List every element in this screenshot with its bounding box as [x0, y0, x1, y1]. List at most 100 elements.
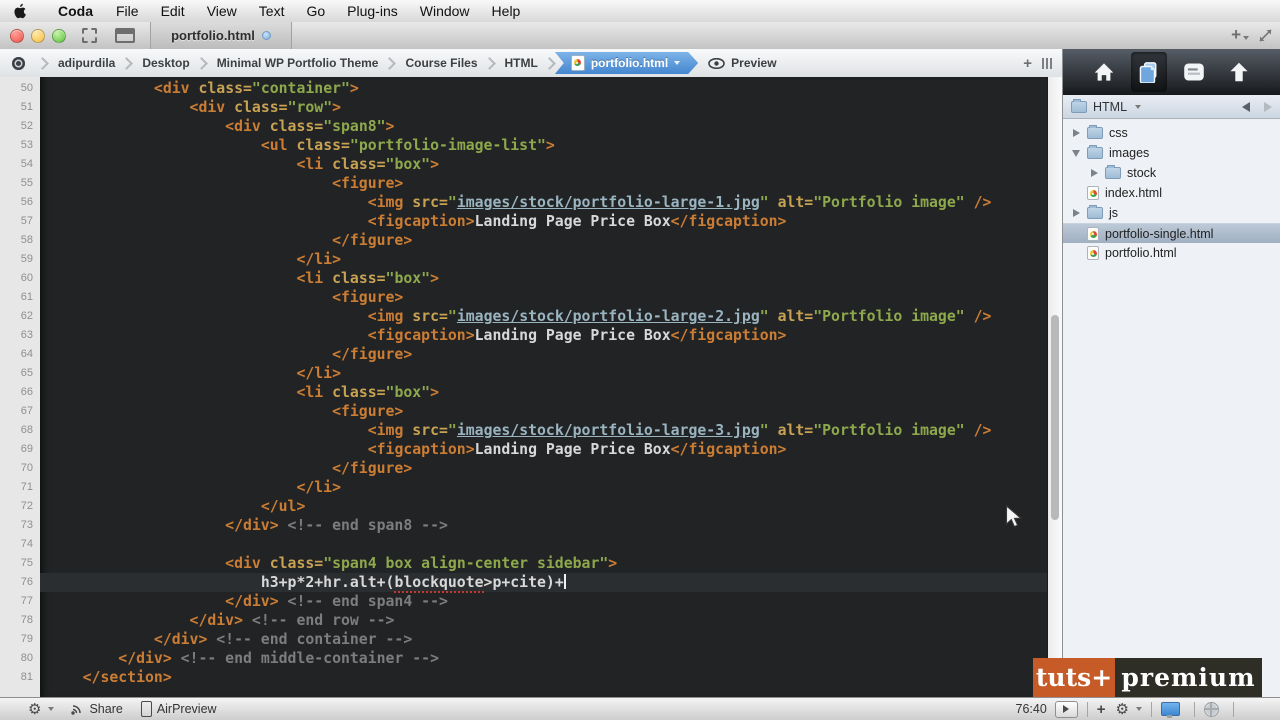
- minimize-window-button[interactable]: [31, 29, 45, 43]
- code-line-61[interactable]: <figure>: [40, 288, 1047, 307]
- menu-item-go[interactable]: Go: [295, 3, 336, 19]
- code-line-74[interactable]: [40, 535, 1047, 554]
- current-folder-selector[interactable]: HTML: [1063, 95, 1280, 119]
- file-tree-item-stock[interactable]: stock: [1063, 163, 1280, 183]
- file-tree-item-index-html[interactable]: index.html: [1063, 183, 1280, 203]
- add-button[interactable]: +: [1097, 701, 1106, 718]
- add-split-button[interactable]: +: [1023, 55, 1032, 72]
- code-line-66[interactable]: <li class="box">: [40, 383, 1047, 402]
- code-line-62[interactable]: <img src="images/stock/portfolio-large-2…: [40, 307, 1047, 326]
- airpreview-button[interactable]: AirPreview: [140, 701, 217, 717]
- code-line-56[interactable]: <img src="images/stock/portfolio-large-1…: [40, 193, 1047, 212]
- code-line-77[interactable]: </div> <!-- end span4 -->: [40, 592, 1047, 611]
- go-to-line-button[interactable]: [1054, 700, 1078, 718]
- root-icon[interactable]: [12, 56, 25, 70]
- split-view-icon[interactable]: [1042, 57, 1052, 69]
- breadcrumb-item[interactable]: Desktop: [138, 56, 193, 70]
- breadcrumb-item-active[interactable]: portfolio.html: [555, 52, 698, 74]
- code-line-73[interactable]: </div> <!-- end span8 -->: [40, 516, 1047, 535]
- disclosure-triangle-icon[interactable]: [1071, 129, 1081, 137]
- code-line-79[interactable]: </div> <!-- end container -->: [40, 630, 1047, 649]
- clips-button[interactable]: [1176, 52, 1212, 92]
- code-line-68[interactable]: <img src="images/stock/portfolio-large-3…: [40, 421, 1047, 440]
- code-line-76[interactable]: h3+p*2+hr.alt+(blockquote>p+cite)+: [40, 573, 1047, 593]
- gear-icon: ⚙: [28, 699, 42, 718]
- share-button[interactable]: Share: [70, 702, 123, 716]
- disclosure-triangle-icon[interactable]: [1089, 169, 1099, 177]
- code-line-78[interactable]: </div> <!-- end row -->: [40, 611, 1047, 630]
- file-tree-item-images[interactable]: images: [1063, 143, 1280, 163]
- code-line-59[interactable]: </li>: [40, 250, 1047, 269]
- code-line-80[interactable]: </div> <!-- end middle-container -->: [40, 649, 1047, 668]
- code-line-71[interactable]: </li>: [40, 478, 1047, 497]
- files-button[interactable]: [1131, 52, 1167, 92]
- apple-menu-icon[interactable]: [14, 3, 28, 19]
- web-globe-icon[interactable]: [1204, 701, 1219, 717]
- zoom-window-button[interactable]: [52, 29, 66, 43]
- home-button[interactable]: [1086, 52, 1122, 92]
- menu-item-edit[interactable]: Edit: [150, 3, 196, 19]
- document-tab[interactable]: portfolio.html: [150, 22, 292, 49]
- file-tree-item-css[interactable]: css: [1063, 123, 1280, 143]
- forward-icon[interactable]: [1264, 101, 1272, 112]
- new-tab-button[interactable]: +: [1231, 26, 1249, 45]
- scrollbar-thumb[interactable]: [1051, 315, 1059, 520]
- breadcrumb-item[interactable]: Course Files: [401, 56, 481, 70]
- code-line-69[interactable]: <figcaption>Landing Page Price Box</figc…: [40, 440, 1047, 459]
- code-line-50[interactable]: <div class="container">: [40, 79, 1047, 98]
- file-tree-item-js[interactable]: js: [1063, 203, 1280, 223]
- breadcrumb-item[interactable]: adipurdila: [54, 56, 119, 70]
- code-line-52[interactable]: <div class="span8">: [40, 117, 1047, 136]
- code-token: ": [759, 194, 769, 211]
- editor-scrollbar[interactable]: [1047, 77, 1062, 697]
- code-line-60[interactable]: <li class="box">: [40, 269, 1047, 288]
- line-number: 61: [20, 291, 33, 303]
- disclosure-triangle-icon[interactable]: [1071, 209, 1081, 217]
- menu-item-coda[interactable]: Coda: [46, 3, 105, 19]
- code-line-67[interactable]: <figure>: [40, 402, 1047, 421]
- code-line-51[interactable]: <div class="row">: [40, 98, 1047, 117]
- breadcrumb-item[interactable]: HTML: [501, 56, 542, 70]
- sites-button[interactable]: [76, 27, 102, 44]
- code-line-53[interactable]: <ul class="portfolio-image-list">: [40, 136, 1047, 155]
- preview-button[interactable]: Preview: [708, 56, 777, 70]
- disclosure-triangle-icon[interactable]: [1071, 149, 1081, 157]
- local-preview-icon[interactable]: [1161, 702, 1180, 718]
- code-line-54[interactable]: <li class="box">: [40, 155, 1047, 174]
- window-title-bar[interactable]: portfolio.html +: [0, 22, 1280, 50]
- code-token: "Portfolio image": [813, 308, 965, 325]
- menu-item-window[interactable]: Window: [409, 3, 481, 19]
- menu-item-plug-ins[interactable]: Plug-ins: [336, 3, 409, 19]
- file-tree-item-portfolio-single-html[interactable]: portfolio-single.html: [1063, 223, 1280, 243]
- menu-item-help[interactable]: Help: [481, 3, 532, 19]
- menu-item-file[interactable]: File: [105, 3, 150, 19]
- code-line-72[interactable]: </ul>: [40, 497, 1047, 516]
- breadcrumb-separator-icon: [383, 56, 397, 70]
- line-number: 78: [20, 614, 33, 626]
- code-line-55[interactable]: <figure>: [40, 174, 1047, 193]
- publish-button[interactable]: [1221, 52, 1257, 92]
- fullscreen-icon[interactable]: [1259, 29, 1272, 42]
- code-text-area[interactable]: <div class="container"> <div class="row"…: [40, 77, 1047, 697]
- menu-item-text[interactable]: Text: [248, 3, 296, 19]
- file-tree-item-portfolio-html[interactable]: portfolio.html: [1063, 243, 1280, 263]
- breadcrumb-item[interactable]: Minimal WP Portfolio Theme: [213, 56, 383, 70]
- editor-settings-button[interactable]: ⚙: [1116, 701, 1142, 717]
- code-line-64[interactable]: </figure>: [40, 345, 1047, 364]
- close-window-button[interactable]: [10, 29, 24, 43]
- tab-bar-toggle-button[interactable]: [112, 27, 138, 44]
- code-line-81[interactable]: </section>: [40, 668, 1047, 687]
- code-line-57[interactable]: <figcaption>Landing Page Price Box</figc…: [40, 212, 1047, 231]
- menu-item-view[interactable]: View: [196, 3, 248, 19]
- status-bar: ⚙ Share AirPreview 76:40 + ⚙: [0, 697, 1280, 720]
- code-line-70[interactable]: </figure>: [40, 459, 1047, 478]
- settings-menu-button[interactable]: ⚙: [28, 699, 55, 718]
- preview-label: Preview: [731, 56, 777, 70]
- code-line-63[interactable]: <figcaption>Landing Page Price Box</figc…: [40, 326, 1047, 345]
- code-line-65[interactable]: </li>: [40, 364, 1047, 383]
- code-line-58[interactable]: </figure>: [40, 231, 1047, 250]
- back-icon[interactable]: [1242, 101, 1250, 112]
- code-line-75[interactable]: <div class="span4 box align-center sideb…: [40, 554, 1047, 573]
